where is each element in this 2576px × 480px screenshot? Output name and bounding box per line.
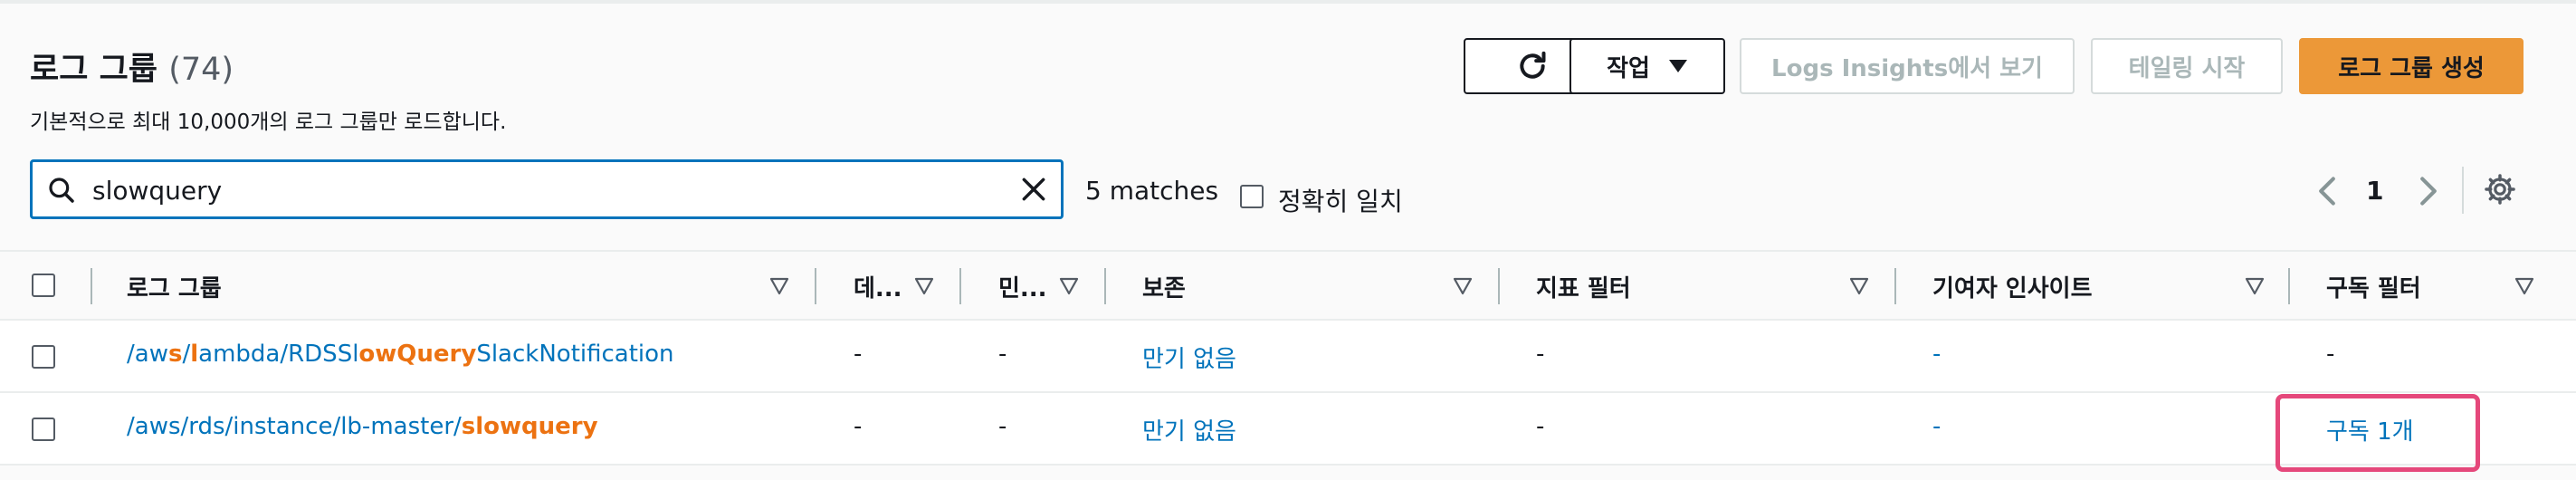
logs-insights-button[interactable]: Logs Insights에서 보기 xyxy=(1740,38,2075,94)
exact-match-label: 정확히 일치 xyxy=(1278,187,1403,216)
table-row: /aws/lambda/RDSSlowQuerySlackNotificatio… xyxy=(0,321,2576,393)
search-field[interactable] xyxy=(30,159,1064,219)
contributor-insights-link[interactable]: - xyxy=(1932,413,1941,440)
column-separator[interactable] xyxy=(2288,268,2290,304)
sensitive-data-value: - xyxy=(998,341,1007,368)
column-separator xyxy=(91,268,92,304)
match-count: 5 matches xyxy=(1085,176,1219,206)
sort-down-icon[interactable] xyxy=(2514,277,2534,295)
column-header-retention[interactable]: 보존 xyxy=(1142,270,1186,303)
match-highlight: s xyxy=(167,341,183,368)
data-protection-value: - xyxy=(854,341,863,368)
log-group-count: (74) xyxy=(168,52,234,88)
log-group-text: ambda/RDSSl xyxy=(198,341,359,368)
log-group-text: SlackNotification xyxy=(476,341,674,368)
column-separator[interactable] xyxy=(1498,268,1500,304)
sensitive-data-value: - xyxy=(998,413,1007,440)
caret-down-icon xyxy=(1668,60,1687,72)
actions-label: 작업 xyxy=(1607,54,1650,82)
column-separator[interactable] xyxy=(815,268,816,304)
current-page[interactable]: 1 xyxy=(2366,176,2383,206)
column-header-contributor-insights[interactable]: 기여자 인사이트 xyxy=(1932,270,2093,303)
log-group-link[interactable]: /aws/lambda/RDSSlowQuerySlackNotificatio… xyxy=(127,341,674,368)
search-input[interactable] xyxy=(91,169,999,211)
close-icon[interactable] xyxy=(1019,175,1048,204)
create-log-group-button[interactable]: 로그 그룹 생성 xyxy=(2299,38,2524,94)
search-icon xyxy=(49,178,74,203)
start-tailing-button[interactable]: 테일링 시작 xyxy=(2091,38,2283,94)
column-header-metric-filters[interactable]: 지표 필터 xyxy=(1536,270,1631,303)
column-header-data-protection[interactable]: 데... xyxy=(854,270,902,303)
log-groups-panel: 로그 그룹 (74) 기본적으로 최대 10,000개의 로그 그룹만 로드합니… xyxy=(0,0,2576,480)
subscription-filters-value: - xyxy=(2326,341,2335,368)
sort-down-icon[interactable] xyxy=(1453,277,1473,295)
sort-down-icon[interactable] xyxy=(769,277,789,295)
column-header-log-group[interactable]: 로그 그룹 xyxy=(127,270,222,303)
sort-down-icon[interactable] xyxy=(2245,277,2265,295)
table-row: /aws/rds/instance/lb-master/slowquery - … xyxy=(0,393,2576,466)
match-highlight: slowquery xyxy=(461,413,598,440)
retention-link[interactable]: 만기 없음 xyxy=(1142,413,1236,446)
metric-filters-value: - xyxy=(1536,413,1545,440)
annotation-highlight-box xyxy=(2275,394,2480,472)
page-subtitle: 기본적으로 최대 10,000개의 로그 그룹만 로드합니다. xyxy=(30,110,507,134)
retention-link[interactable]: 만기 없음 xyxy=(1142,341,1236,374)
log-group-text: /aws/rds/instance/lb-master/ xyxy=(127,413,462,440)
page-title: 로그 그룹 (74) xyxy=(30,43,234,90)
column-separator[interactable] xyxy=(1104,268,1106,304)
log-group-link[interactable]: /aws/rds/instance/lb-master/slowquery xyxy=(127,413,598,440)
log-group-text: /aw xyxy=(127,341,168,368)
row-checkbox[interactable] xyxy=(32,418,55,441)
metric-filters-value: - xyxy=(1536,341,1545,368)
gear-icon[interactable] xyxy=(2483,172,2517,206)
column-separator[interactable] xyxy=(1894,268,1896,304)
sort-down-icon[interactable] xyxy=(1849,277,1869,295)
match-highlight: owQuery xyxy=(358,341,477,368)
column-separator[interactable] xyxy=(959,268,961,304)
column-header-subscription-filters[interactable]: 구독 필터 xyxy=(2326,270,2421,303)
actions-dropdown-button[interactable]: 작업 xyxy=(1569,38,1725,94)
title-text: 로그 그룹 xyxy=(30,52,157,88)
chevron-left-icon[interactable] xyxy=(2315,176,2339,206)
sort-down-icon[interactable] xyxy=(914,277,934,295)
refresh-icon xyxy=(1520,51,1546,79)
exact-match-checkbox[interactable] xyxy=(1240,185,1264,208)
chevron-right-icon[interactable] xyxy=(2417,176,2440,206)
sort-down-icon[interactable] xyxy=(1059,277,1079,295)
contributor-insights-link[interactable]: - xyxy=(1932,341,1941,368)
row-checkbox[interactable] xyxy=(32,345,55,369)
column-header-sensitive-data[interactable]: 민... xyxy=(998,270,1047,303)
pagination-divider xyxy=(2462,167,2464,214)
select-all-checkbox[interactable] xyxy=(32,274,55,297)
match-highlight: l xyxy=(190,341,199,368)
table-header: 로그 그룹 데... 민... 보존 지표 필터 기여자 인사이트 구독 필터 xyxy=(0,250,2576,321)
data-protection-value: - xyxy=(854,413,863,440)
log-group-text: / xyxy=(182,341,191,368)
